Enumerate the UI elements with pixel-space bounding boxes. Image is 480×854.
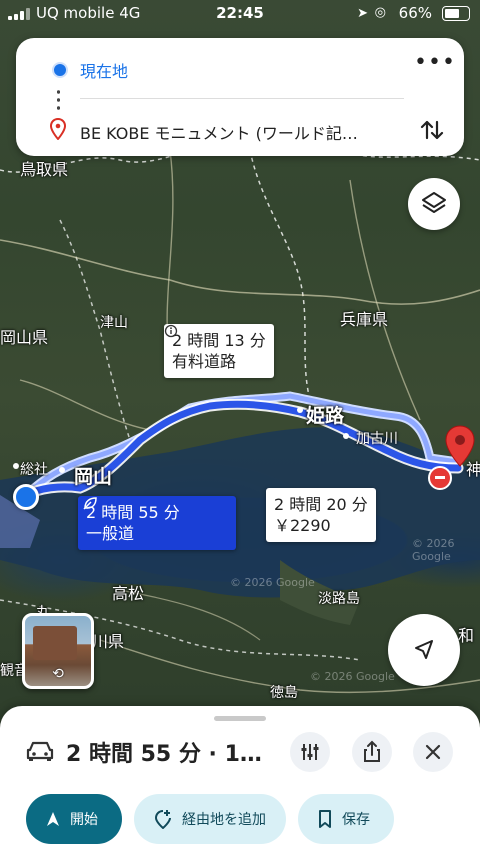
route-options-button[interactable] xyxy=(290,732,330,772)
destination-pin-small-icon xyxy=(49,118,67,140)
place-kakogawa: 加古川 xyxy=(356,431,398,447)
route-time: 2 時間 55 分 xyxy=(86,503,180,522)
place-awajishima: 淡路島 xyxy=(318,591,360,607)
start-label: 開始 xyxy=(70,812,98,828)
route-option-alt[interactable]: 2 時間 20 分 ￥2290 xyxy=(266,488,376,542)
layers-icon xyxy=(422,192,446,213)
route-note: 有料道路 xyxy=(172,352,237,371)
place-tottori: 鳥取県 xyxy=(20,160,69,179)
route-search-card: 現在地 BE KOBE モニュメント (ワールド記… ••• xyxy=(16,38,464,156)
car-icon xyxy=(26,741,54,761)
route-option-general[interactable]: 2 時間 55 分 一般道 xyxy=(78,496,236,550)
leaf-icon xyxy=(83,497,97,510)
origin-field[interactable]: 現在地 xyxy=(80,58,128,82)
save-label: 保存 xyxy=(342,812,370,828)
location-arrow-icon: ➤ xyxy=(357,6,368,21)
close-button[interactable] xyxy=(413,732,453,772)
destination-pin-icon[interactable] xyxy=(444,424,476,468)
close-icon xyxy=(425,744,441,760)
route-toll-price: ￥2290 xyxy=(274,516,331,535)
place-takamatsu: 高松 xyxy=(112,584,145,603)
more-options-button[interactable]: ••• xyxy=(414,52,455,80)
start-navigation-button[interactable]: 開始 xyxy=(26,794,122,844)
alarm-icon: ◎ xyxy=(374,5,386,20)
battery-percent: 66% xyxy=(398,4,432,22)
add-location-icon xyxy=(154,810,171,829)
place-kagawa-partial: 川県 xyxy=(92,632,125,651)
street-view-thumbnail[interactable]: ⟲ xyxy=(22,613,94,689)
layers-button[interactable] xyxy=(408,178,460,230)
map-watermark: © 2026 Google xyxy=(230,576,315,589)
place-hyogo: 兵庫県 xyxy=(340,310,389,329)
route-summary: 2 時間 55 分 · 1… xyxy=(66,742,262,767)
origin-dot-icon xyxy=(52,62,68,78)
destination-field[interactable]: BE KOBE モニュメント (ワールド記… xyxy=(80,120,400,144)
current-location-marker[interactable] xyxy=(13,484,39,510)
place-okayama-pref: 岡山県 xyxy=(0,328,49,347)
add-stop-label: 経由地を追加 xyxy=(182,812,266,828)
route-time: 2 時間 13 分 xyxy=(172,331,266,350)
route-option-toll[interactable]: 2 時間 13 分 有料道路 xyxy=(164,324,274,378)
place-wakayama-partial: 和 xyxy=(458,626,475,645)
place-tokushima: 徳島 xyxy=(270,685,298,701)
navigation-arrow-icon xyxy=(47,812,59,826)
divider xyxy=(80,98,404,99)
toll-marker-icon xyxy=(428,466,452,490)
battery-icon xyxy=(442,6,470,21)
route-note: 一般道 xyxy=(86,524,135,543)
map-watermark: © 2026 Google xyxy=(412,537,455,563)
place-okayama: 岡山 xyxy=(74,466,113,488)
place-himeji: 姫路 xyxy=(306,405,345,427)
place-tsuyama: 津山 xyxy=(100,315,128,331)
map-watermark: © 2026 Google xyxy=(310,670,395,683)
share-button[interactable] xyxy=(352,732,392,772)
rotate-360-icon: ⟲ xyxy=(52,666,64,682)
bookmark-icon xyxy=(319,810,331,828)
more-horizontal-icon: ••• xyxy=(414,50,456,75)
info-icon xyxy=(164,324,178,338)
sliders-icon xyxy=(301,744,319,760)
building-image xyxy=(33,626,77,660)
share-icon xyxy=(364,740,380,762)
sheet-grabber[interactable] xyxy=(214,716,266,721)
directions-bottom-sheet[interactable]: 2 時間 55 分 · 1… 開始 経由地を追加 保存 xyxy=(0,706,480,854)
route-time: 2 時間 20 分 xyxy=(274,495,368,514)
swap-vertical-icon[interactable] xyxy=(416,114,448,146)
place-soja: 総社 xyxy=(20,462,48,478)
recenter-button[interactable] xyxy=(388,614,460,686)
navigation-arrow-icon xyxy=(415,640,433,659)
route-dots-icon xyxy=(57,88,60,110)
save-button[interactable]: 保存 xyxy=(298,794,394,844)
status-bar: UQ mobile 4G 22:45 ◎ ➤ 66% xyxy=(0,0,480,28)
add-stop-button[interactable]: 経由地を追加 xyxy=(134,794,286,844)
